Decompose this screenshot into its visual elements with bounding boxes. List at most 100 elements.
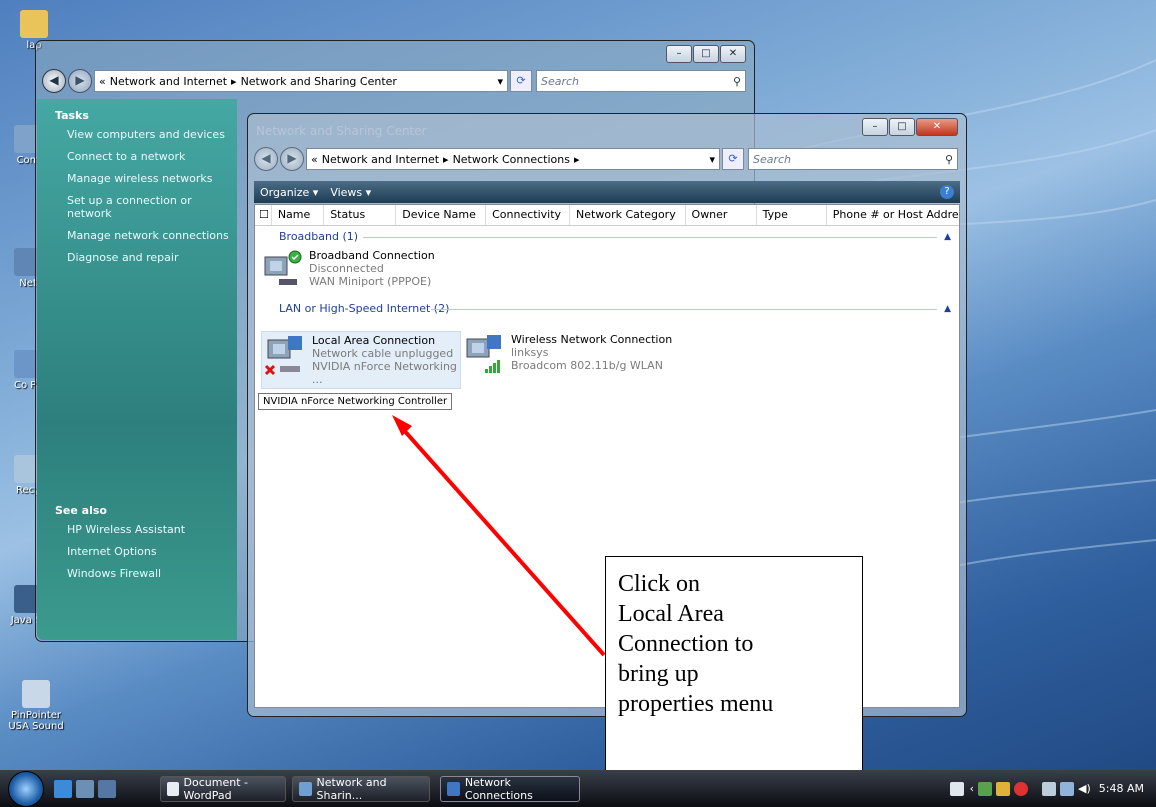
local-area-connection-item[interactable]: Local Area Connection Network cable unpl… xyxy=(261,331,461,389)
search-placeholder: Search xyxy=(753,152,792,166)
pinpointer-icon xyxy=(22,680,50,708)
maximize-button[interactable]: □ xyxy=(889,118,915,136)
minimize-button[interactable]: – xyxy=(862,118,888,136)
chevron-right-icon: ▸ xyxy=(231,74,237,88)
broadband-connection-item[interactable]: Broadband Connection Disconnected WAN Mi… xyxy=(261,249,435,293)
network-adapter-icon xyxy=(264,334,308,378)
group-divider xyxy=(431,309,937,310)
task-link[interactable]: Diagnose and repair xyxy=(67,251,237,264)
back-button[interactable]: ◀ xyxy=(254,147,278,171)
clock[interactable]: 5:48 AM xyxy=(1099,782,1144,795)
search-icon[interactable]: ⚲ xyxy=(733,75,741,88)
collapse-icon[interactable]: ▲ xyxy=(944,228,951,246)
breadcrumb-item[interactable]: Network and Internet xyxy=(110,75,227,88)
taskbar-button-wordpad[interactable]: Document - WordPad xyxy=(160,775,286,802)
back-button[interactable]: ◀ xyxy=(42,69,66,93)
command-toolbar: Organize ▾ Views ▾ ? xyxy=(254,181,960,203)
views-button[interactable]: Views ▾ xyxy=(330,186,371,199)
tray-app-icon[interactable] xyxy=(978,781,993,796)
show-desktop-icon[interactable] xyxy=(76,779,94,798)
column-header[interactable]: Owner xyxy=(686,205,757,225)
refresh-icon[interactable]: ⟳ xyxy=(510,70,532,92)
search-placeholder: Search xyxy=(541,74,580,88)
task-link[interactable]: Connect to a network xyxy=(67,150,237,163)
see-also-link[interactable]: HP Wireless Assistant xyxy=(67,523,237,536)
tasks-heading: Tasks xyxy=(55,109,89,122)
select-all-checkbox[interactable]: ☐ xyxy=(255,205,272,225)
address-row: ◀ ▶ « Network and Internet ▸ Network and… xyxy=(42,68,746,94)
column-header[interactable]: Name xyxy=(272,205,325,225)
chevron-down-icon[interactable]: ▾ xyxy=(497,75,503,88)
group-header-lan[interactable]: LAN or High-Speed Internet (2) ▲ xyxy=(279,300,959,318)
callout-line: Connection to xyxy=(618,631,754,657)
forward-button[interactable]: ▶ xyxy=(68,69,92,93)
see-also-link[interactable]: Internet Options xyxy=(67,545,237,558)
internet-explorer-icon[interactable] xyxy=(54,779,72,798)
task-link[interactable]: View computers and devices xyxy=(67,128,237,141)
organize-button[interactable]: Organize ▾ xyxy=(260,186,318,199)
window-title: Network and Sharing Center xyxy=(256,124,427,138)
wireless-network-connection-item[interactable]: Wireless Network Connection linksys Broa… xyxy=(463,333,672,377)
search-input[interactable]: Search ⚲ xyxy=(748,148,958,170)
battery-icon[interactable] xyxy=(1042,781,1057,796)
search-input[interactable]: Search ⚲ xyxy=(536,70,746,92)
network-status-icon[interactable] xyxy=(1060,781,1075,796)
breadcrumb-item[interactable]: Network and Internet xyxy=(322,153,439,166)
desktop-icon-pinpointer[interactable]: PinPointer USA Sound xyxy=(4,680,68,732)
chevron-down-icon[interactable]: ▾ xyxy=(709,153,715,166)
breadcrumb-item[interactable]: Network Connections xyxy=(453,153,570,166)
search-icon[interactable]: ⚲ xyxy=(945,153,953,166)
see-also-heading: See also xyxy=(55,504,107,517)
address-row: ◀ ▶ « Network and Internet ▸ Network Con… xyxy=(254,146,958,172)
tray-security-icon[interactable] xyxy=(996,781,1011,796)
group-header-broadband[interactable]: Broadband (1) ▲ xyxy=(279,228,959,246)
column-header[interactable]: Status xyxy=(324,205,397,225)
breadcrumb-prefix: « xyxy=(311,152,318,166)
wireless-adapter-icon xyxy=(463,333,507,377)
callout-line: properties menu xyxy=(618,691,774,717)
taskbar-button-sharing-center[interactable]: Network and Sharin... xyxy=(292,775,430,802)
group-divider xyxy=(363,237,937,238)
connection-status: linksys xyxy=(511,346,549,359)
wordpad-icon xyxy=(167,781,179,796)
taskbar-button-label: Network and Sharin... xyxy=(316,775,387,802)
collapse-icon[interactable]: ▲ xyxy=(944,300,951,318)
maximize-button[interactable]: □ xyxy=(693,45,719,63)
column-headers: ☐ Name Status Device Name Connectivity N… xyxy=(255,205,959,226)
refresh-icon[interactable]: ⟳ xyxy=(722,148,744,170)
tasks-pane: Tasks View computers and devices Connect… xyxy=(37,99,237,640)
column-header[interactable]: Network Category xyxy=(570,205,686,225)
column-header[interactable]: Device Name xyxy=(396,205,487,225)
switch-windows-icon[interactable] xyxy=(98,779,116,798)
address-bar[interactable]: « Network and Internet ▸ Network Connect… xyxy=(306,148,720,170)
close-button[interactable]: ✕ xyxy=(916,118,958,136)
column-header[interactable]: Phone # or Host Addre... xyxy=(827,205,959,225)
forward-button[interactable]: ▶ xyxy=(280,147,304,171)
callout-line: Local Area xyxy=(618,601,724,627)
start-button[interactable] xyxy=(8,770,44,807)
group-label: LAN or High-Speed Internet (2) xyxy=(279,302,450,315)
taskbar-button-label: Document - WordPad xyxy=(183,775,248,802)
connection-device: WAN Miniport (PPPOE) xyxy=(309,275,432,288)
chevron-left-icon[interactable]: ‹ xyxy=(970,782,974,795)
chevron-right-icon: ▸ xyxy=(573,152,580,166)
help-icon[interactable]: ? xyxy=(940,185,954,199)
volume-icon[interactable]: ◀) xyxy=(1078,782,1091,795)
see-also-link[interactable]: Windows Firewall xyxy=(67,567,237,580)
address-bar[interactable]: « Network and Internet ▸ Network and Sha… xyxy=(94,70,508,92)
quick-launch xyxy=(54,779,120,798)
close-button[interactable]: ✕ xyxy=(720,45,746,63)
connection-status: Disconnected xyxy=(309,262,384,275)
network-icon xyxy=(299,781,312,796)
task-link[interactable]: Set up a connection or network xyxy=(67,194,237,220)
column-header[interactable]: Type xyxy=(757,205,827,225)
breadcrumb-item[interactable]: Network and Sharing Center xyxy=(241,75,397,88)
callout-line: bring up xyxy=(618,661,699,687)
tray-alert-icon[interactable] xyxy=(1014,781,1029,796)
taskbar-button-network-connections[interactable]: Network Connections xyxy=(440,775,580,802)
tray-pen-icon[interactable] xyxy=(949,781,964,796)
column-header[interactable]: Connectivity xyxy=(486,205,571,225)
task-link[interactable]: Manage wireless networks xyxy=(67,172,237,185)
task-link[interactable]: Manage network connections xyxy=(67,229,237,242)
minimize-button[interactable]: – xyxy=(666,45,692,63)
